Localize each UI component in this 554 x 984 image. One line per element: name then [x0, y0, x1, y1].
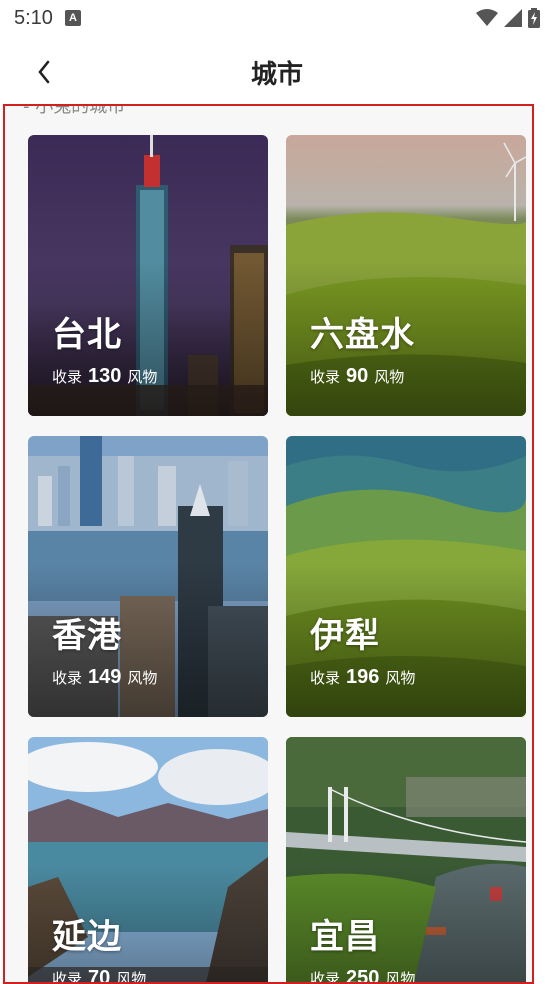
- wifi-icon: [476, 9, 498, 26]
- page-title: 城市: [250, 59, 303, 90]
- city-card-yili[interactable]: 伊犁 收录 196 风物: [286, 436, 526, 717]
- signal-icon: [504, 9, 522, 27]
- item-count: 70: [88, 967, 111, 984]
- meta-prefix: 收录: [52, 368, 83, 386]
- meta-suffix: 风物: [127, 669, 158, 687]
- item-count: 90: [346, 365, 369, 387]
- top-app-bar: 城市: [0, 36, 554, 108]
- meta-suffix: 风物: [385, 970, 416, 984]
- city-grid[interactable]: - 小兔的城市 台北 收录 130 风物 六盘水 收录 90 风物 香港 收录 …: [3, 104, 534, 984]
- meta-prefix: 收录: [310, 970, 341, 984]
- city-meta: 收录 130 风物: [52, 365, 157, 388]
- city-meta: 收录 70 风物: [52, 967, 147, 984]
- city-card-yichang[interactable]: 宜昌 收录 250 风物: [286, 737, 526, 984]
- item-count: 250: [346, 967, 380, 984]
- battery-icon: [528, 8, 540, 28]
- city-meta: 收录 149 风物: [52, 666, 157, 689]
- city-name: 香港: [52, 616, 122, 656]
- city-name: 台北: [52, 315, 122, 355]
- item-count: 196: [346, 666, 380, 688]
- city-card-liupanshui[interactable]: 六盘水 收录 90 风物: [286, 135, 526, 416]
- city-meta: 收录 196 风物: [310, 666, 415, 689]
- city-meta: 收录 250 风物: [310, 967, 416, 984]
- city-name: 延边: [52, 917, 122, 957]
- city-name: 六盘水: [310, 315, 415, 355]
- meta-suffix: 风物: [116, 970, 147, 984]
- section-heading-peek: - 小兔的城市: [23, 104, 126, 117]
- status-icons: [476, 8, 540, 28]
- status-bar: 5:10: [0, 0, 554, 36]
- meta-prefix: 收录: [52, 970, 83, 984]
- meta-prefix: 收录: [310, 669, 341, 687]
- notification-a-icon: [64, 10, 81, 26]
- city-name: 宜昌: [310, 917, 380, 957]
- city-meta: 收录 90 风物: [310, 365, 404, 388]
- city-card-hongkong[interactable]: 香港 收录 149 风物: [28, 436, 268, 717]
- city-card-taipei[interactable]: 台北 收录 130 风物: [28, 135, 268, 416]
- meta-prefix: 收录: [310, 368, 341, 386]
- city-name: 伊犁: [310, 616, 380, 656]
- meta-suffix: 风物: [127, 368, 158, 386]
- item-count: 130: [88, 365, 122, 387]
- back-arrow-icon[interactable]: [30, 54, 60, 90]
- item-count: 149: [88, 666, 122, 688]
- meta-prefix: 收录: [52, 669, 83, 687]
- meta-suffix: 风物: [385, 669, 416, 687]
- status-time: 5:10: [14, 6, 53, 29]
- meta-suffix: 风物: [374, 368, 405, 386]
- city-card-yanbian[interactable]: 延边 收录 70 风物: [28, 737, 268, 984]
